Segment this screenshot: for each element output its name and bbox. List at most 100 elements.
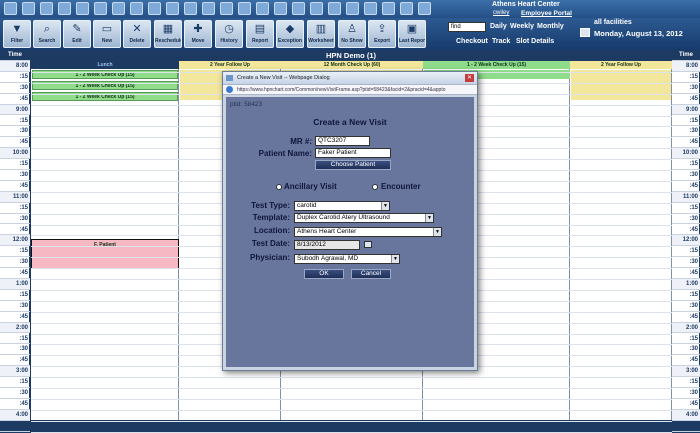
appointment-block[interactable]: [571, 70, 671, 100]
encounter-radio[interactable]: [372, 184, 378, 190]
test-date-input[interactable]: 8/13/2012: [294, 240, 360, 250]
column-header: 2 Year Follow Up: [570, 61, 672, 69]
flag-icon[interactable]: [130, 2, 143, 15]
patient-name-input[interactable]: Faker Patient: [315, 148, 391, 158]
edit-button[interactable]: ✎ Edit: [63, 20, 91, 48]
printer-icon[interactable]: [256, 2, 269, 15]
filter-icon: ▼: [11, 23, 23, 35]
gear-icon[interactable]: [364, 2, 377, 15]
reschedule-button[interactable]: ▦ Reschedule: [154, 20, 182, 48]
time-slot-label: :30: [0, 388, 30, 399]
new-button[interactable]: ▭ New: [93, 20, 121, 48]
time-slot-label: :45: [0, 94, 30, 105]
link-icon[interactable]: [238, 2, 251, 15]
physician-select[interactable]: Subodh Agrawal, MD ▼: [294, 254, 400, 264]
lock-icon[interactable]: [40, 2, 53, 15]
users-icon[interactable]: [22, 2, 35, 15]
worksheet-button[interactable]: ▥ Worksheet: [307, 20, 335, 48]
pill-icon[interactable]: [202, 2, 215, 15]
slot-details-link[interactable]: Slot Details: [516, 38, 554, 45]
history-button[interactable]: ◷ History: [215, 20, 243, 48]
scanner-icon[interactable]: [274, 2, 287, 15]
weekly-link[interactable]: Weekly: [510, 23, 534, 30]
monitor-icon[interactable]: [292, 2, 305, 15]
cancel-button[interactable]: Cancel: [351, 269, 391, 279]
location-select[interactable]: Athens Heart Center ▼: [294, 227, 442, 237]
last-report-button[interactable]: ▣ Last Report: [398, 20, 426, 48]
column-header: 1 - 2 Week Check Up (15): [423, 61, 570, 69]
time-slot-label: 4:00: [0, 409, 30, 421]
user-link[interactable]: cwiley: [493, 10, 509, 16]
chart-icon[interactable]: [76, 2, 89, 15]
report-button[interactable]: ▤ Report: [246, 20, 274, 48]
calendar-icon[interactable]: [364, 241, 372, 248]
choose-patient-button[interactable]: Choose Patient: [315, 160, 391, 170]
time-slot-label: :15: [0, 421, 30, 432]
phone-icon[interactable]: [148, 2, 161, 15]
time-slot-label: :30: [672, 170, 700, 181]
patient-block[interactable]: F. Patient: [31, 239, 179, 269]
time-slot-label: 10:00: [672, 148, 700, 160]
time-slot-label: 1:00: [672, 279, 700, 290]
time-slot-label: :15: [0, 116, 30, 127]
calendar-icon[interactable]: [58, 2, 71, 15]
find-input[interactable]: find: [448, 22, 486, 32]
wrench-icon[interactable]: [346, 2, 359, 15]
column-header: 12 Month Check Up (60): [281, 61, 423, 69]
employee-portal-link[interactable]: Employee Portal: [521, 10, 572, 17]
time-slot-label: :15: [0, 334, 30, 345]
time-slot-label: :45: [672, 181, 700, 192]
mail-icon[interactable]: [382, 2, 395, 15]
worksheet-icon: ▥: [315, 23, 327, 35]
time-slot-label: :30: [0, 83, 30, 94]
time-slot-label: :15: [0, 203, 30, 214]
search-button[interactable]: ⌕ Search: [33, 20, 61, 48]
no-show-button[interactable]: ♙ No Show: [338, 20, 366, 48]
test-type-select[interactable]: carotid ▼: [294, 201, 390, 211]
ok-button[interactable]: OK: [304, 269, 344, 279]
time-slot-label: :45: [672, 312, 700, 323]
filter-button[interactable]: ▼ Filter: [3, 20, 31, 48]
mr-input[interactable]: QTC3207: [315, 136, 370, 146]
globe-icon[interactable]: [220, 2, 233, 15]
ancillary-visit-label: Ancillary Visit: [284, 182, 337, 191]
window-icon: [226, 75, 233, 81]
column-header: 2 Year Follow Up: [179, 61, 281, 69]
time-slot-label: :45: [672, 399, 700, 410]
close-icon[interactable]: ✕: [465, 74, 474, 82]
help-icon[interactable]: [400, 2, 413, 15]
row-divider: [31, 388, 672, 389]
time-slot-label: :30: [0, 301, 30, 312]
daily-link[interactable]: Daily: [490, 23, 507, 30]
exception-button[interactable]: ◆ Exception: [276, 20, 304, 48]
create-visit-dialog: Create a New Visit -- Webpage Dialog ✕ h…: [222, 71, 478, 371]
document-icon[interactable]: [166, 2, 179, 15]
checkout-link[interactable]: Checkout: [456, 38, 488, 45]
time-slot-label: :15: [0, 246, 30, 258]
new-icon: ▭: [101, 23, 113, 35]
grid-icon[interactable]: [94, 2, 107, 15]
power-icon[interactable]: [418, 2, 431, 15]
home-icon[interactable]: [4, 2, 17, 15]
time-slot-label: :15: [0, 290, 30, 301]
template-select[interactable]: Duplex Carotid Atery Ultrasound ▼: [294, 213, 434, 223]
move-icon: ✚: [193, 23, 203, 35]
edit-icon: ✎: [72, 23, 82, 35]
export-button[interactable]: ⇪ Export: [368, 20, 396, 48]
briefcase-icon[interactable]: [310, 2, 323, 15]
move-button[interactable]: ✚ Move: [184, 20, 212, 48]
heart-icon[interactable]: [184, 2, 197, 15]
location-label: Location:: [254, 226, 290, 235]
time-slot-label: :30: [672, 388, 700, 399]
monthly-link[interactable]: Monthly: [537, 23, 564, 30]
ancillary-visit-radio[interactable]: [276, 184, 282, 190]
book-icon[interactable]: [112, 2, 125, 15]
track-link[interactable]: Track: [492, 38, 510, 45]
delete-icon: ✕: [132, 23, 142, 35]
pie-chart-icon[interactable]: [328, 2, 341, 15]
delete-button[interactable]: ✕ Delete: [123, 20, 151, 48]
time-slot-label: 2:00: [672, 322, 700, 334]
row-divider: [31, 420, 672, 422]
time-slot-label: 10:00: [0, 148, 30, 160]
calendar-icon[interactable]: [580, 28, 590, 37]
